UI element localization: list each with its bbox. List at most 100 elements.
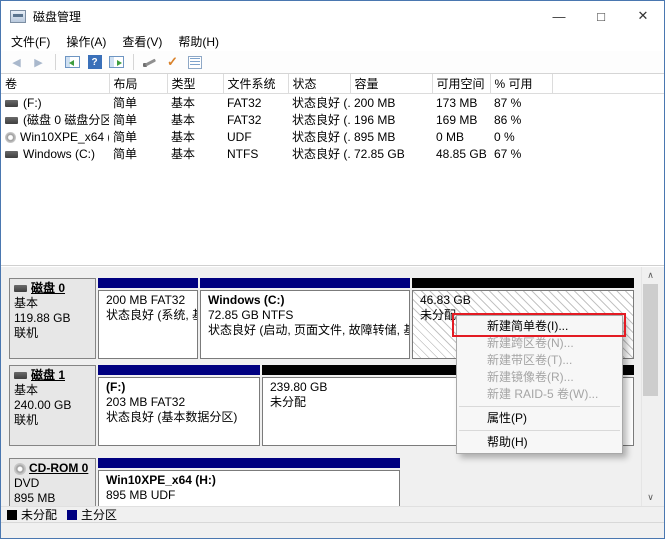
menu-item-new-spanned-volume: 新建跨区卷(N)... <box>457 335 622 352</box>
col-pct-free[interactable]: % 可用 <box>490 74 552 94</box>
menu-help[interactable]: 帮助(H) <box>170 31 227 52</box>
cell-fs: FAT32 <box>223 94 288 112</box>
table-row[interactable]: Win10XPE_x64 (H:) 简单 基本 UDF 状态良好 (... 89… <box>1 128 665 145</box>
maximize-button[interactable]: □ <box>580 1 622 31</box>
cell-capacity: 200 MB <box>350 94 432 112</box>
scroll-up-icon[interactable] <box>642 267 659 284</box>
cell-status: 状态良好 (... <box>288 128 350 145</box>
forward-icon[interactable] <box>29 53 48 72</box>
cell-free: 0 MB <box>432 128 490 145</box>
disk-icon <box>14 372 27 379</box>
close-button[interactable]: ✕ <box>622 1 664 31</box>
volume-icon <box>5 117 18 124</box>
disk-size: 895 MB <box>14 491 91 506</box>
device-icon[interactable] <box>141 53 160 72</box>
disk-kind: 基本 <box>14 296 91 311</box>
primary-partition-bar <box>98 278 198 288</box>
disk-name: 磁盘 0 <box>31 281 65 295</box>
window-title: 磁盘管理 <box>33 8 81 25</box>
menu-item-new-raid5-volume: 新建 RAID-5 卷(W)... <box>457 386 622 403</box>
toolbar <box>1 51 664 74</box>
disk-size: 240.00 GB <box>14 398 91 413</box>
primary-partition-bar <box>98 365 260 375</box>
cell-layout: 简单 <box>109 111 167 128</box>
disk-1-partition-f[interactable]: (F:) 203 MB FAT32 状态良好 (基本数据分区) <box>98 365 260 446</box>
volume-icon <box>5 100 18 107</box>
col-layout[interactable]: 布局 <box>109 74 167 94</box>
unallocated-legend-swatch <box>7 510 17 520</box>
volume-name: Windows (C:) <box>23 147 95 161</box>
partition-label: Windows (C:) <box>208 293 402 308</box>
properties-icon[interactable] <box>185 53 204 72</box>
show-action-pane-icon[interactable] <box>107 53 126 72</box>
table-row[interactable]: (F:) 简单 基本 FAT32 状态良好 (... 200 MB 173 MB… <box>1 94 665 112</box>
cell-status: 状态良好 (... <box>288 145 350 162</box>
menu-separator <box>459 430 620 431</box>
cell-free: 173 MB <box>432 94 490 112</box>
menu-action[interactable]: 操作(A) <box>58 31 114 52</box>
table-row[interactable]: Windows (C:) 简单 基本 NTFS 状态良好 (... 72.85 … <box>1 145 665 162</box>
menu-item-new-striped-volume: 新建带区卷(T)... <box>457 352 622 369</box>
highlight-rectangle <box>452 313 626 337</box>
window-controls: — □ ✕ <box>538 1 664 31</box>
back-icon[interactable] <box>7 53 26 72</box>
vertical-scrollbar[interactable] <box>641 267 658 506</box>
table-header-row: 卷 布局 类型 文件系统 状态 容量 可用空间 % 可用 <box>1 74 665 94</box>
table-row[interactable]: (磁盘 0 磁盘分区 1) 简单 基本 FAT32 状态良好 (... 196 … <box>1 111 665 128</box>
disk-1-header[interactable]: 磁盘 1 基本 240.00 GB 联机 <box>9 365 96 446</box>
cdrom-0-row: CD-ROM 0 DVD 895 MB Win10XPE_x64 (H:) 89… <box>9 458 634 506</box>
scroll-down-icon[interactable] <box>642 489 659 506</box>
volume-list-pane: 卷 布局 类型 文件系统 状态 容量 可用空间 % 可用 (F:) 简单 基本 … <box>1 74 665 266</box>
cell-layout: 简单 <box>109 128 167 145</box>
col-free-space[interactable]: 可用空间 <box>432 74 490 94</box>
help-icon[interactable] <box>85 53 104 72</box>
cell-capacity: 895 MB <box>350 128 432 145</box>
cd-icon <box>14 463 26 475</box>
volume-name: Win10XPE_x64 (H:) <box>20 130 109 144</box>
col-filler <box>552 74 665 94</box>
cell-status: 状态良好 (... <box>288 111 350 128</box>
unallocated-legend-label: 未分配 <box>21 506 57 523</box>
cell-layout: 简单 <box>109 94 167 112</box>
cdrom-0-media[interactable]: Win10XPE_x64 (H:) 895 MB UDF <box>98 458 400 506</box>
menu-bar: 文件(F) 操作(A) 查看(V) 帮助(H) <box>1 31 664 51</box>
cell-type: 基本 <box>167 128 223 145</box>
cdrom-0-header[interactable]: CD-ROM 0 DVD 895 MB <box>9 458 96 506</box>
cell-capacity: 196 MB <box>350 111 432 128</box>
disk-management-window: 磁盘管理 — □ ✕ 文件(F) 操作(A) 查看(V) 帮助(H) <box>0 0 665 539</box>
disk-0-header[interactable]: 磁盘 0 基本 119.88 GB 联机 <box>9 278 96 359</box>
cell-status: 状态良好 (... <box>288 94 350 112</box>
col-type[interactable]: 类型 <box>167 74 223 94</box>
col-volume[interactable]: 卷 <box>1 74 109 94</box>
menu-item-properties[interactable]: 属性(P) <box>457 410 622 427</box>
primary-partition-bar <box>200 278 410 288</box>
partition-label: Win10XPE_x64 (H:) <box>106 473 392 488</box>
show-console-tree-icon[interactable] <box>63 53 82 72</box>
partition-size: 895 MB UDF <box>106 488 392 503</box>
disk-size: 119.88 GB <box>14 311 91 326</box>
check-icon[interactable] <box>163 53 182 72</box>
menu-file[interactable]: 文件(F) <box>3 31 58 52</box>
toolbar-separator <box>133 54 134 70</box>
menu-item-help[interactable]: 帮助(H) <box>457 434 622 451</box>
cell-type: 基本 <box>167 94 223 112</box>
cell-capacity: 72.85 GB <box>350 145 432 162</box>
menu-view[interactable]: 查看(V) <box>114 31 170 52</box>
cd-icon <box>5 132 16 143</box>
scrollbar-thumb[interactable] <box>643 284 658 396</box>
disk-0-partition-1[interactable]: 200 MB FAT32 状态良好 (系统, 基本 <box>98 278 198 359</box>
toolbar-separator <box>55 54 56 70</box>
col-status[interactable]: 状态 <box>288 74 350 94</box>
cell-pct: 0 % <box>490 128 552 145</box>
disk-kind: 基本 <box>14 383 91 398</box>
col-filesystem[interactable]: 文件系统 <box>223 74 288 94</box>
cell-fs: NTFS <box>223 145 288 162</box>
partition-size: 203 MB FAT32 <box>106 395 252 410</box>
col-capacity[interactable]: 容量 <box>350 74 432 94</box>
disk-0-partition-c[interactable]: Windows (C:) 72.85 GB NTFS 状态良好 (启动, 页面文… <box>200 278 410 359</box>
cell-type: 基本 <box>167 111 223 128</box>
minimize-button[interactable]: — <box>538 1 580 31</box>
cdrom-empty-space <box>402 458 634 506</box>
primary-legend-label: 主分区 <box>81 506 117 523</box>
disk-icon <box>14 285 27 292</box>
